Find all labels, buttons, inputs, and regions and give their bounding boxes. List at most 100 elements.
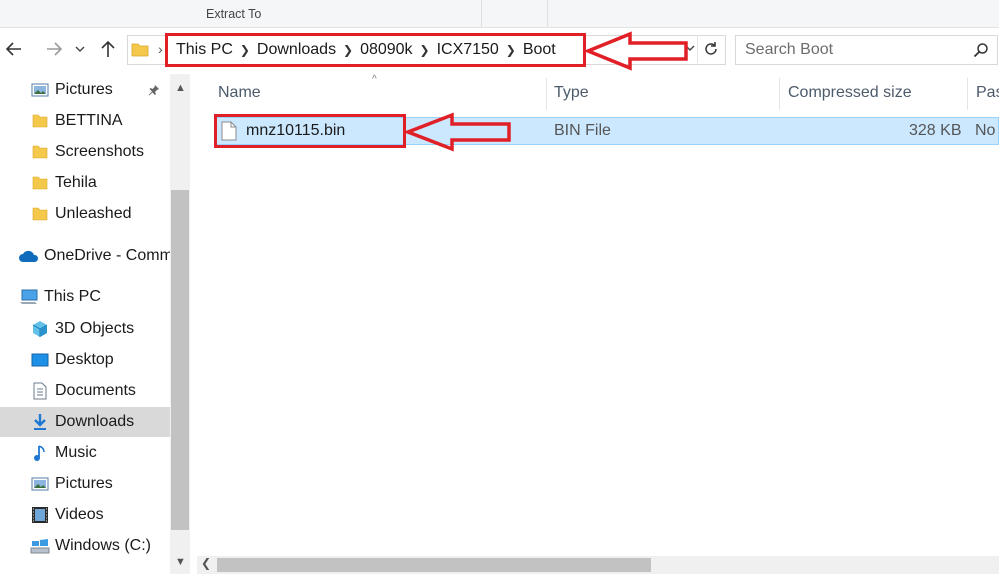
desktop-icon xyxy=(30,350,50,370)
sidebar-item-onedrive[interactable]: OneDrive - Comm xyxy=(0,241,170,271)
recent-locations-button[interactable] xyxy=(72,36,88,62)
sidebar-item-unleashed[interactable]: Unleashed xyxy=(0,199,170,229)
chevron-right-icon[interactable]: › xyxy=(158,41,163,57)
back-arrow-icon xyxy=(6,42,21,56)
sidebar-item-bettina[interactable]: BETTINA xyxy=(0,106,170,136)
scroll-down-icon[interactable]: ▼ xyxy=(175,556,186,568)
drive-icon xyxy=(30,536,50,556)
chevron-right-icon[interactable]: ❯ xyxy=(415,43,435,57)
column-header-label: Compressed size xyxy=(788,84,912,101)
sidebar-item-label: Unleashed xyxy=(55,205,132,222)
sidebar-item-label: BETTINA xyxy=(55,112,123,129)
sidebar-item-3d-objects[interactable]: 3D Objects xyxy=(0,314,170,344)
up-arrow-icon xyxy=(101,40,115,57)
forward-button[interactable] xyxy=(42,36,66,62)
downloads-icon xyxy=(30,412,50,432)
this-pc-icon xyxy=(18,287,40,307)
file-list: ^ Name Type Compressed size Pas mnz10115… xyxy=(190,74,999,574)
navigation-pane: Pictures BETTINA Screenshots Tehila Unle… xyxy=(0,74,170,574)
up-button[interactable] xyxy=(96,36,120,62)
chevron-down-icon xyxy=(75,46,85,52)
ribbon-divider xyxy=(481,0,482,27)
sidebar-item-windows-c[interactable]: Windows (C:) xyxy=(0,531,170,561)
breadcrumb-item[interactable]: ICX7150 xyxy=(435,41,501,59)
column-divider[interactable] xyxy=(967,78,968,110)
breadcrumb-item[interactable]: Boot xyxy=(521,41,558,59)
file-name: mnz10115.bin xyxy=(246,122,346,139)
ribbon-tabs: Extract To xyxy=(0,0,999,28)
sidebar-item-downloads[interactable]: Downloads xyxy=(0,407,170,437)
search-input[interactable]: Search Boot xyxy=(745,41,833,59)
search-box[interactable]: Search Boot xyxy=(735,35,998,65)
sidebar-item-label: 3D Objects xyxy=(55,320,135,337)
sidebar-item-desktop[interactable]: Desktop xyxy=(0,345,170,375)
file-password: No xyxy=(975,122,996,139)
search-icon[interactable] xyxy=(973,42,989,63)
horizontal-scrollbar[interactable]: ❮ xyxy=(197,556,999,574)
scroll-left-icon[interactable]: ❮ xyxy=(201,556,211,570)
sidebar-item-pictures[interactable]: Pictures xyxy=(0,469,170,499)
address-bar[interactable]: › This PC ❯ Downloads ❯ 08090k ❯ ICX7150… xyxy=(127,35,726,65)
column-header-name[interactable]: Name xyxy=(218,74,548,112)
sidebar-item-pictures-quick[interactable]: Pictures xyxy=(0,75,170,105)
sidebar-item-music[interactable]: Music xyxy=(0,438,170,468)
sidebar-item-tehila[interactable]: Tehila xyxy=(0,168,170,198)
chevron-right-icon[interactable]: ❯ xyxy=(235,43,255,57)
column-header-label: Name xyxy=(218,84,261,101)
folder-icon xyxy=(30,142,50,162)
3d-objects-icon xyxy=(30,319,50,339)
scroll-up-icon[interactable]: ▲ xyxy=(175,82,186,94)
music-icon xyxy=(30,443,50,463)
breadcrumb-item[interactable]: Downloads xyxy=(255,41,338,59)
ribbon-divider xyxy=(547,0,548,27)
refresh-icon xyxy=(705,42,717,55)
scrollbar-thumb[interactable] xyxy=(171,190,189,530)
breadcrumb: This PC ❯ Downloads ❯ 08090k ❯ ICX7150 ❯… xyxy=(174,36,558,64)
sidebar-item-label: Pictures xyxy=(55,475,113,492)
sidebar-item-documents[interactable]: Documents xyxy=(0,376,170,406)
pictures-icon xyxy=(30,80,50,100)
back-button[interactable] xyxy=(2,36,26,62)
videos-icon xyxy=(30,505,50,525)
refresh-button[interactable] xyxy=(697,35,724,63)
chevron-right-icon[interactable]: ❯ xyxy=(501,43,521,57)
sidebar-item-screenshots[interactable]: Screenshots xyxy=(0,137,170,167)
folder-icon xyxy=(30,204,50,224)
breadcrumb-item[interactable]: 08090k xyxy=(358,41,415,59)
column-header-label: Pas xyxy=(976,84,999,101)
sidebar-item-label: Downloads xyxy=(55,413,135,430)
address-dropdown-icon[interactable] xyxy=(685,41,695,55)
documents-icon xyxy=(30,381,50,401)
folder-icon xyxy=(30,173,50,193)
breadcrumb-item[interactable]: This PC xyxy=(174,41,235,59)
sidebar-item-label: Desktop xyxy=(55,351,114,368)
bin-file-icon xyxy=(221,121,237,146)
file-compressed-size: 328 KB xyxy=(909,122,962,139)
column-header-compressed-size[interactable]: Compressed size xyxy=(788,74,968,112)
column-header-label: Type xyxy=(554,84,589,101)
column-header-type[interactable]: Type xyxy=(554,74,774,112)
extract-to-tab[interactable]: Extract To xyxy=(206,7,261,21)
sidebar-scrollbar[interactable]: ▲ ▼ xyxy=(170,74,190,574)
chevron-right-icon[interactable]: ❯ xyxy=(338,43,358,57)
pictures-icon xyxy=(30,474,50,494)
folder-icon xyxy=(30,111,50,131)
table-row[interactable]: mnz10115.bin BIN File 328 KB No xyxy=(214,117,999,145)
onedrive-icon xyxy=(18,246,40,266)
sidebar-item-label: Windows (C:) xyxy=(55,537,152,554)
scrollbar-thumb[interactable] xyxy=(217,558,651,572)
column-divider[interactable] xyxy=(546,78,547,110)
sidebar-item-label: Music xyxy=(55,444,97,461)
sidebar-item-this-pc[interactable]: This PC xyxy=(0,282,170,312)
column-divider[interactable] xyxy=(779,78,780,110)
forward-arrow-icon xyxy=(47,42,62,56)
sidebar-item-videos[interactable]: Videos xyxy=(0,500,170,530)
sidebar-item-label: This PC xyxy=(44,288,101,305)
file-type: BIN File xyxy=(554,122,611,139)
sidebar-item-label: Videos xyxy=(55,506,104,523)
pin-icon[interactable] xyxy=(148,83,160,101)
sidebar-item-label: Documents xyxy=(55,382,136,399)
sidebar-item-label: OneDrive - Comm xyxy=(44,247,170,264)
column-header-password[interactable]: Pas xyxy=(976,74,999,112)
sidebar-item-label: Pictures xyxy=(55,81,113,98)
